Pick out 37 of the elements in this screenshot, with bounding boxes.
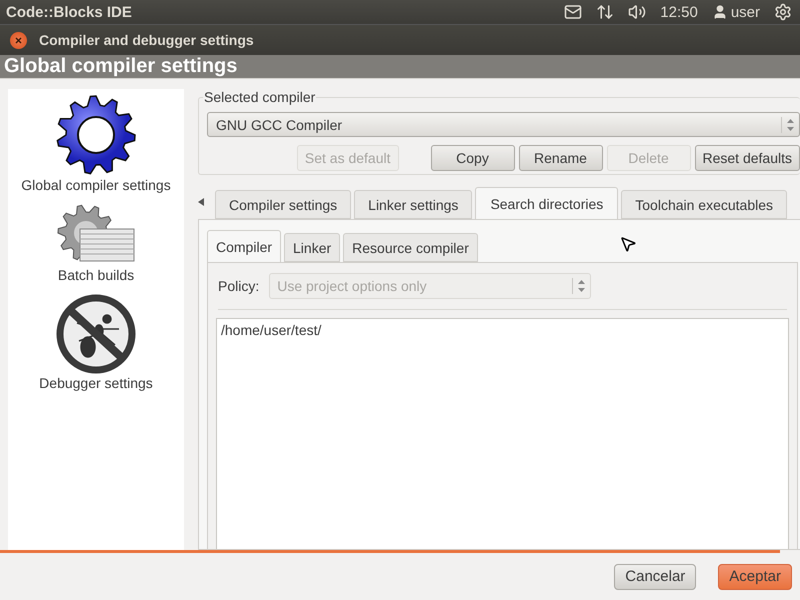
tab[interactable]: Compiler — [207, 230, 282, 262]
toolbar-button[interactable]: Rename — [518, 145, 602, 171]
spin-arrows-icon — [787, 118, 794, 132]
close-icon — [15, 36, 22, 44]
toolbar-button[interactable]: Copy — [430, 145, 514, 171]
tab[interactable]: Resource compiler — [343, 233, 478, 262]
sidebar-item[interactable]: Debugger settings — [39, 375, 153, 391]
tab[interactable]: Linker — [284, 233, 340, 262]
close-button[interactable] — [10, 32, 27, 48]
user-name[interactable]: user — [730, 4, 760, 20]
app-title: Code::Blocks IDE — [6, 4, 133, 20]
gear-icon — [54, 93, 138, 177]
settings-icon[interactable] — [774, 3, 792, 21]
crossed-out-ant-icon — [54, 293, 137, 375]
policy-label: Policy: — [218, 278, 260, 294]
directory-item[interactable]: /home/user/test/ — [221, 322, 784, 338]
compiler-dropdown[interactable]: GNU GCC Compiler — [207, 112, 800, 137]
tab[interactable]: Toolchain executables — [621, 190, 788, 219]
group-label: Selected compiler — [203, 89, 316, 105]
dialog-button[interactable]: Aceptar — [718, 564, 792, 590]
dialog-title: Compiler and debugger settings — [39, 32, 254, 48]
sidebar-item[interactable]: Global compiler settings — [21, 177, 171, 193]
tab[interactable]: Linker settings — [354, 190, 472, 219]
scroll-left-icon[interactable] — [198, 198, 204, 206]
spin-arrows-icon — [578, 279, 586, 293]
page-header: Global compiler settings — [0, 55, 800, 79]
mouse-pointer-icon — [619, 235, 637, 253]
volume-icon[interactable] — [628, 3, 646, 21]
toolbar-button[interactable]: Reset defaults — [694, 145, 800, 171]
dialog-button[interactable]: Cancelar — [614, 564, 696, 590]
sidebar-item[interactable]: Batch builds — [58, 267, 134, 283]
network-icon[interactable] — [596, 3, 614, 21]
tab[interactable]: Compiler settings — [215, 190, 352, 219]
mail-icon[interactable] — [564, 3, 582, 21]
user-icon[interactable] — [712, 4, 728, 20]
clock[interactable]: 12:50 — [660, 4, 698, 20]
tab[interactable]: Search directories — [475, 187, 618, 219]
